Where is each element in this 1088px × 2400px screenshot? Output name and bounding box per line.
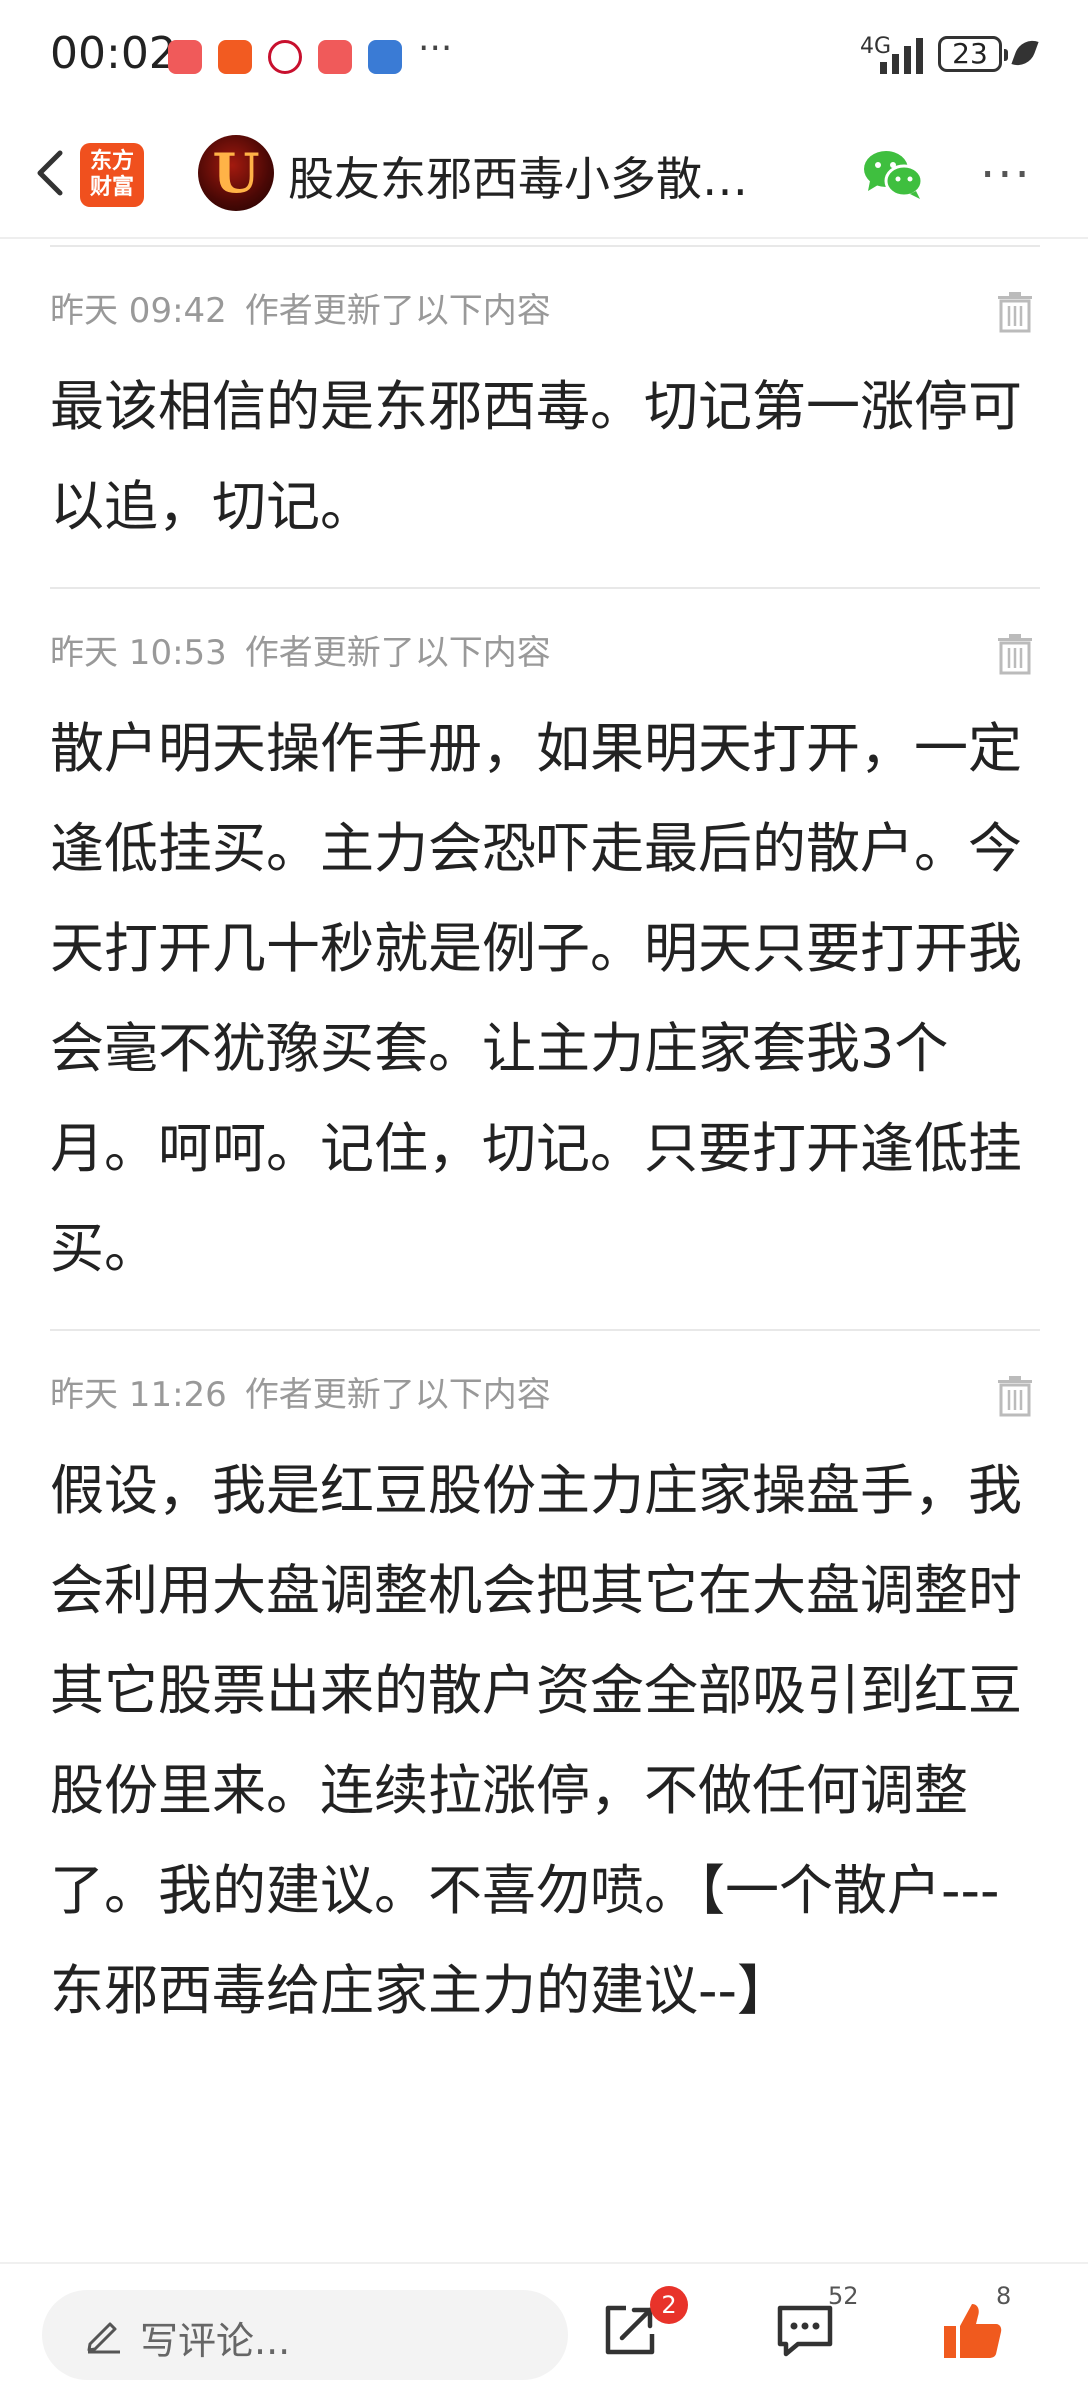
more-notifications-icon: ···	[418, 28, 453, 69]
trash-icon[interactable]	[996, 633, 1034, 675]
screen: 00:02 ··· 4G 23 东方财富 U 股友东邪西毒小多散… ··· 昨天…	[0, 0, 1088, 2400]
back-arrow-icon[interactable]	[22, 143, 82, 203]
header-divider	[0, 237, 1088, 239]
entry-meta: 昨天 09:42 作者更新了以下内容	[50, 247, 1040, 367]
entry-meta-label: 作者更新了以下内容	[244, 1374, 551, 1415]
entry-meta: 昨天 11:26 作者更新了以下内容	[50, 1331, 1040, 1451]
share-badge: 2	[650, 2286, 688, 2324]
app-logo: 东方财富	[80, 143, 144, 207]
notification-icon	[368, 40, 402, 74]
update-list: 昨天 09:42 作者更新了以下内容 最该相信的是东邪西毒。切记第一涨停可以追，…	[50, 245, 1040, 2071]
entry-meta-label: 作者更新了以下内容	[244, 290, 551, 331]
eco-leaf-icon	[1011, 35, 1039, 71]
entry-time: 昨天 09:42	[50, 290, 227, 331]
more-icon[interactable]: ···	[980, 147, 1032, 203]
entry-time: 昨天 11:26	[50, 1374, 227, 1415]
trash-icon[interactable]	[996, 291, 1034, 333]
entry-meta-label: 作者更新了以下内容	[244, 632, 551, 673]
like-count: 8	[996, 2282, 1012, 2310]
app-header: 东方财富 U 股友东邪西毒小多散… ···	[0, 125, 1088, 225]
entry-time: 昨天 10:53	[50, 632, 227, 673]
comment-count: 52	[828, 2282, 859, 2310]
battery-icon: 23	[938, 36, 1008, 72]
comment-placeholder: 写评论...	[140, 2319, 291, 2363]
trash-icon[interactable]	[996, 1375, 1034, 1417]
page-title: 股友东邪西毒小多散…	[288, 152, 748, 206]
like-icon[interactable]	[942, 2300, 1004, 2362]
update-entry: 昨天 09:42 作者更新了以下内容 最该相信的是东邪西毒。切记第一涨停可以追，…	[50, 245, 1040, 587]
entry-text: 最该相信的是东邪西毒。切记第一涨停可以追，切记。	[50, 375, 1022, 538]
notification-icon	[218, 40, 252, 74]
entry-text: 散户明天操作手册，如果明天打开，一定逢低挂买。主力会恐吓走最后的散户。今天打开几…	[50, 717, 1022, 1280]
status-bar: 00:02 ··· 4G 23	[0, 0, 1088, 110]
comment-icon[interactable]	[774, 2302, 836, 2360]
notification-icon	[168, 40, 202, 74]
status-time: 00:02	[50, 28, 177, 79]
avatar[interactable]: U	[198, 135, 274, 211]
bottom-action-bar: 写评论... 2 52 8	[0, 2262, 1088, 2400]
comment-input[interactable]: 写评论...	[42, 2290, 568, 2380]
notification-icon	[268, 40, 302, 74]
signal-icon	[880, 36, 923, 74]
update-entry: 昨天 11:26 作者更新了以下内容 假设，我是红豆股份主力庄家操盘手，我会利用…	[50, 1329, 1040, 2071]
wechat-icon[interactable]	[862, 147, 926, 203]
notification-icon	[318, 40, 352, 74]
entry-text: 假设，我是红豆股份主力庄家操盘手，我会利用大盘调整机会把其它在大盘调整时其它股票…	[50, 1459, 1022, 2022]
update-entry: 昨天 10:53 作者更新了以下内容 散户明天操作手册，如果明天打开，一定逢低挂…	[50, 587, 1040, 1329]
pen-icon	[87, 2322, 120, 2354]
entry-meta: 昨天 10:53 作者更新了以下内容	[50, 589, 1040, 709]
